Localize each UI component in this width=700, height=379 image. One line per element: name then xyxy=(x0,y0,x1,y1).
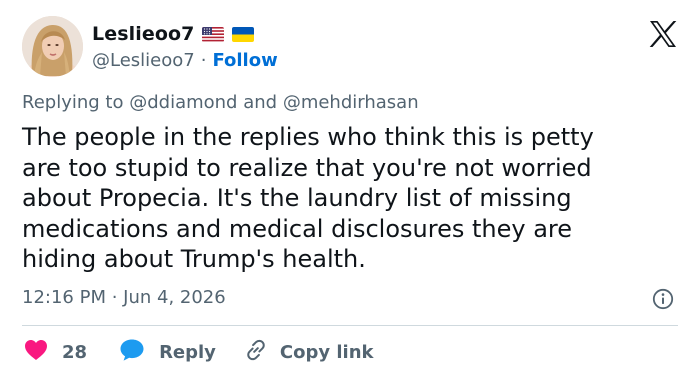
replying-to: Replying to @ddiamond and @mehdirhasan xyxy=(22,92,419,113)
divider xyxy=(22,325,678,326)
display-name[interactable]: Leslieoo7 xyxy=(92,23,194,45)
heart-icon xyxy=(24,339,48,366)
us-flag-icon xyxy=(202,26,225,42)
copy-link-label: Copy link xyxy=(279,341,374,363)
handle-row: @Leslieoo7 · Follow xyxy=(92,48,278,72)
speech-bubble-icon xyxy=(119,338,145,367)
reply-label: Reply xyxy=(159,341,216,363)
user-handle[interactable]: @Leslieoo7 xyxy=(92,50,195,71)
follow-button[interactable]: Follow xyxy=(212,50,277,71)
info-icon[interactable] xyxy=(652,288,674,310)
replying-to-prefix: Replying to xyxy=(22,92,124,113)
separator-dot: · xyxy=(200,49,207,71)
reply-button[interactable]: Reply xyxy=(119,338,216,367)
mention-link[interactable]: @ddiamond xyxy=(129,92,237,113)
mention-link[interactable]: @mehdirhasan xyxy=(283,92,419,113)
like-button[interactable]: 28 xyxy=(24,339,87,366)
name-row: Leslieoo7 xyxy=(92,22,255,46)
tweet-card: Leslieoo7 @Leslieoo7 · Follow Replying t… xyxy=(0,0,700,379)
tweet-text: The people in the replies who think this… xyxy=(22,123,594,273)
avatar[interactable] xyxy=(22,16,83,77)
like-count: 28 xyxy=(62,341,88,363)
link-icon xyxy=(244,338,268,367)
x-logo-icon[interactable] xyxy=(648,20,678,48)
action-bar: 28 Reply Copy link xyxy=(24,338,374,366)
copy-link-button[interactable]: Copy link xyxy=(244,338,374,367)
tweet-timestamp[interactable]: 12:16 PM · Jun 4, 2026 xyxy=(22,287,226,308)
replying-to-conjunction: and xyxy=(243,92,278,113)
ukraine-flag-icon xyxy=(232,26,255,42)
